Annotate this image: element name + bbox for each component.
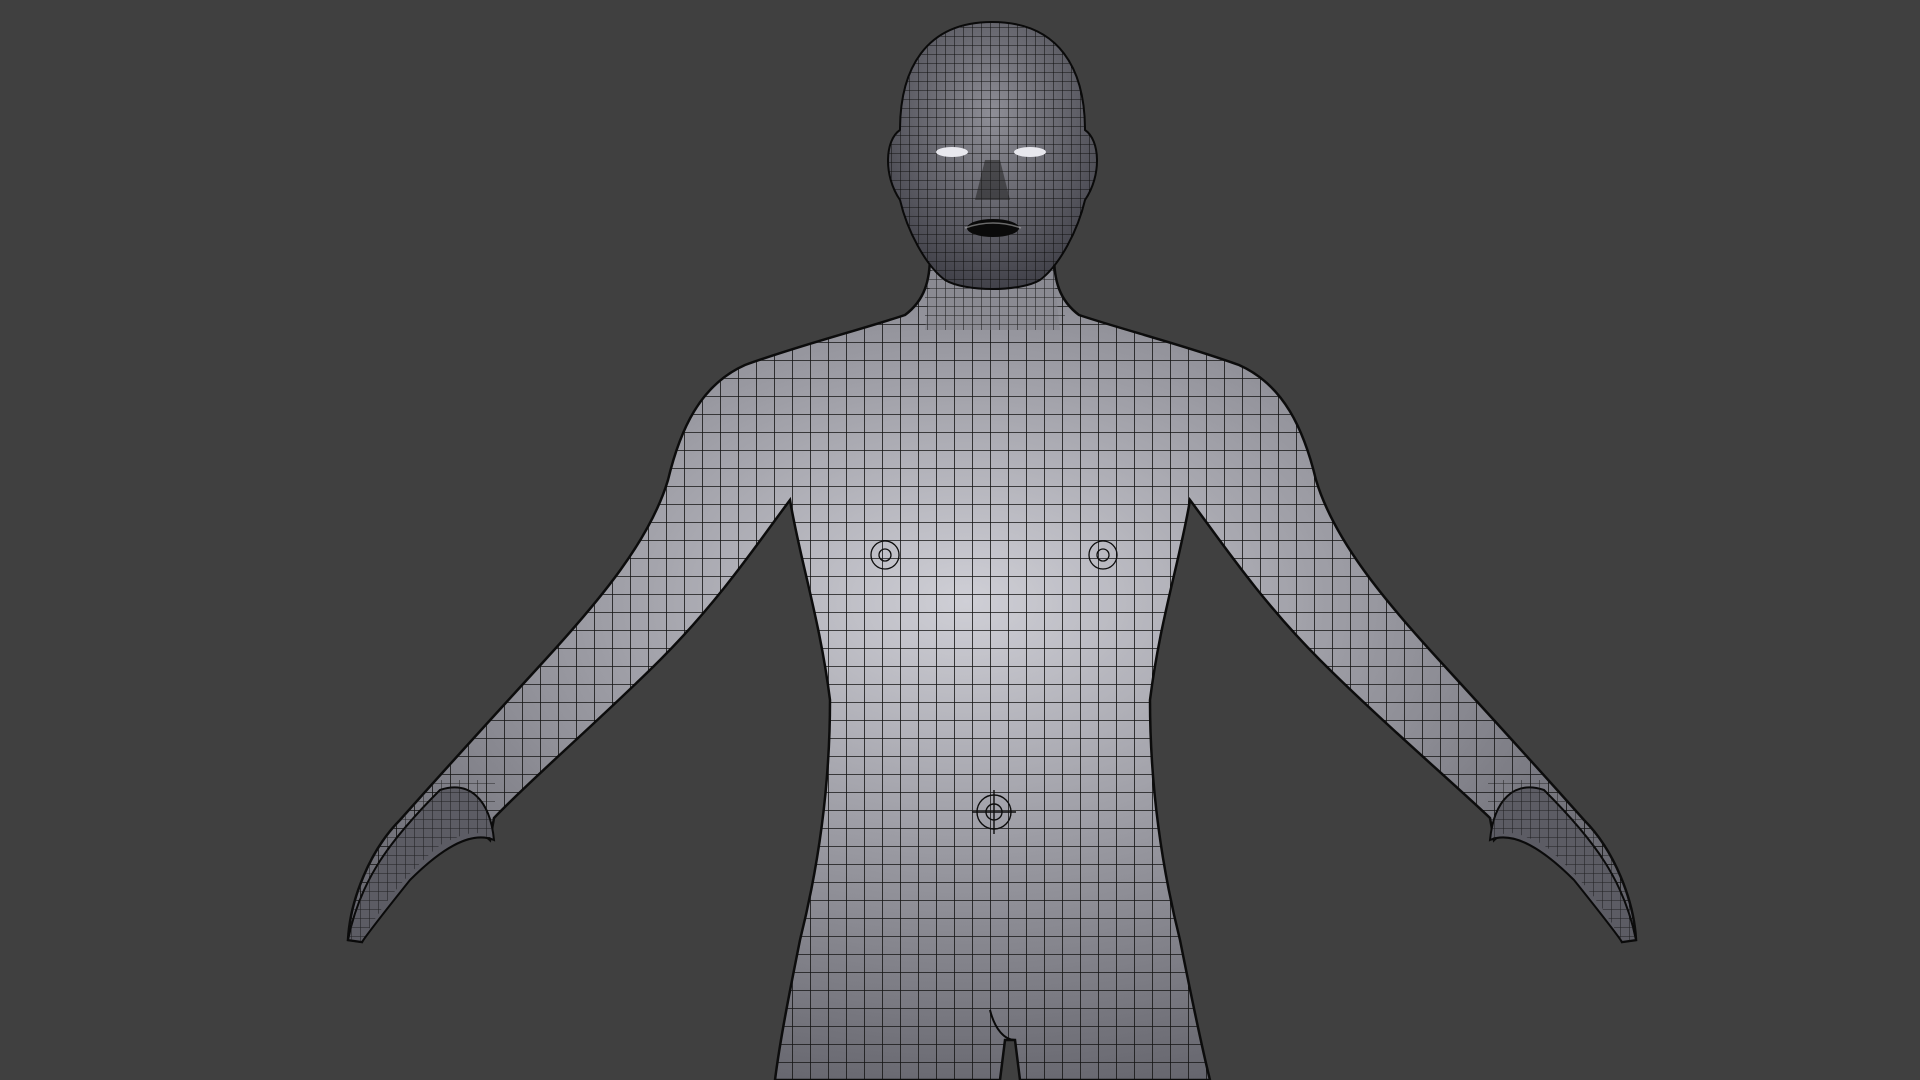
left-hand-mesh [346, 780, 496, 945]
3d-viewport[interactable] [0, 0, 1920, 1080]
body-mesh [346, 253, 1638, 1080]
mouth [967, 219, 1019, 237]
right-eye [1014, 147, 1046, 157]
model-render [346, 20, 1638, 1080]
left-eye [936, 147, 968, 157]
head-mesh [887, 20, 1098, 290]
